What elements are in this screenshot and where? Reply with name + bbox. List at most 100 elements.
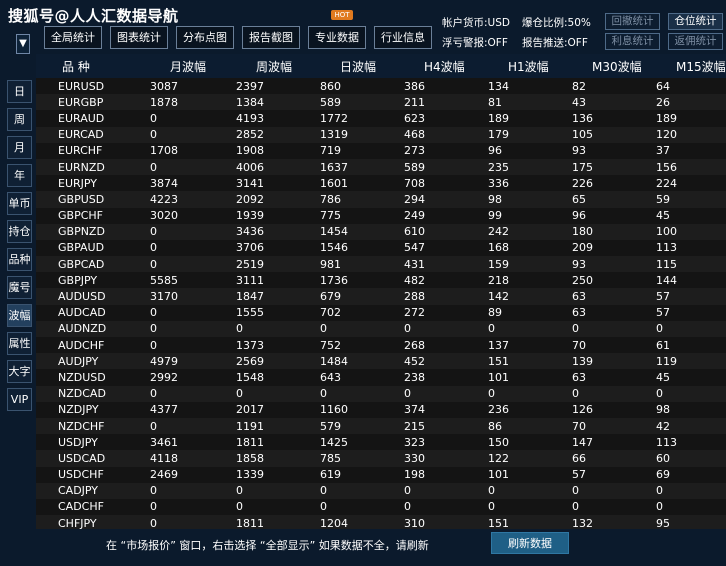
sidebar-item-magic-number[interactable]: 魔号 <box>7 276 32 299</box>
value-cell: 0 <box>150 225 157 239</box>
sidebar-item-day[interactable]: 日 <box>7 80 32 103</box>
sidebar-item-vip[interactable]: VIP <box>7 388 32 411</box>
sidebar-item-single-currency[interactable]: 单币 <box>7 192 32 215</box>
sidebar-item-volatility[interactable]: 波幅 <box>7 304 32 327</box>
symbol-cell: CHFJPY <box>58 516 97 529</box>
value-cell: 0 <box>488 484 495 498</box>
column-header[interactable]: M30波幅 <box>566 54 650 78</box>
withdrawal-stats-button[interactable]: 回撤统计 <box>605 13 660 30</box>
value-cell: 3111 <box>236 273 264 287</box>
value-cell: 775 <box>320 209 341 223</box>
table-row[interactable]: GBPUSD 4223 2092 786 294 98 65 59 <box>36 191 726 208</box>
value-cell: 1908 <box>236 144 264 158</box>
sidebar-item-symbols[interactable]: 品种 <box>7 248 32 271</box>
value-cell: 61 <box>656 338 670 352</box>
value-cell: 0 <box>150 111 157 125</box>
table-row[interactable]: EURJPY 3874 3141 1601 708 336 226 224 <box>36 175 726 192</box>
table-row[interactable]: EURGBP 1878 1384 589 211 81 43 26 <box>36 94 726 111</box>
symbol-cell: NZDJPY <box>58 403 99 417</box>
chart-stats-button[interactable]: 图表统计 <box>110 26 168 49</box>
footer-hint: 在 “市场报价” 窗口，右击选择 “全部显示” 如果数据不全，请刷新 <box>106 539 429 552</box>
global-stats-button[interactable]: 全局统计 <box>44 26 102 49</box>
professional-data-button[interactable]: 专业数据 <box>308 26 366 49</box>
symbol-cell: EURCHF <box>58 144 103 158</box>
table-row[interactable]: NZDUSD 2992 1548 643 238 101 63 45 <box>36 369 726 386</box>
industry-info-button[interactable]: 行业信息 <box>374 26 432 49</box>
table-row[interactable]: EURCAD 0 2852 1319 468 179 105 120 <box>36 126 726 143</box>
column-header[interactable]: 周波幅 <box>230 54 314 78</box>
value-cell: 4377 <box>150 403 178 417</box>
table-row[interactable]: GBPAUD 0 3706 1546 547 168 209 113 <box>36 239 726 257</box>
table-row[interactable]: NZDCAD 0 0 0 0 0 0 0 <box>36 385 726 402</box>
refresh-data-button[interactable]: 刷新数据 <box>491 532 569 554</box>
table-row[interactable]: AUDJPY 4979 2569 1484 452 151 139 119 <box>36 353 726 370</box>
value-cell: 0 <box>404 387 411 401</box>
floating-loss-alert-label: 浮亏警报:OFF <box>442 37 508 49</box>
value-cell: 1454 <box>320 225 348 239</box>
table-row[interactable]: GBPCAD 0 2519 981 431 159 93 115 <box>36 256 726 273</box>
value-cell: 66 <box>572 451 586 465</box>
interest-stats-button[interactable]: 利息统计 <box>605 33 660 50</box>
value-cell: 0 <box>150 241 157 255</box>
table-row[interactable]: NZDJPY 4377 2017 1160 374 236 126 98 <box>36 401 726 418</box>
table-row[interactable]: AUDCAD 0 1555 702 272 89 63 57 <box>36 304 726 321</box>
table-row[interactable]: EURUSD 3087 2397 860 386 134 82 64 <box>36 78 726 95</box>
table-row[interactable]: GBPNZD 0 3436 1454 610 242 180 100 <box>36 223 726 240</box>
value-cell: 0 <box>150 257 157 271</box>
column-header[interactable]: M15波幅 <box>650 54 726 78</box>
column-header[interactable]: 品 种 <box>36 54 144 78</box>
sidebar-item-year[interactable]: 年 <box>7 164 32 187</box>
table-row[interactable]: GBPCHF 3020 1939 775 249 99 96 45 <box>36 207 726 224</box>
value-cell: 159 <box>488 257 509 271</box>
sidebar-item-positions[interactable]: 持仓 <box>7 220 32 243</box>
value-cell: 0 <box>150 484 157 498</box>
volatility-table: 品 种月波幅 周波幅 日波幅 H4波幅 H1波幅 M30波幅 M15波幅 EURUSD 308… <box>36 54 726 529</box>
column-header[interactable]: 日波幅 <box>314 54 398 78</box>
table-row[interactable]: USDJPY 3461 1811 1425 323 150 147 113 <box>36 434 726 451</box>
value-cell: 1878 <box>150 95 178 109</box>
distribution-plot-button[interactable]: 分布点图 <box>176 26 234 49</box>
sidebar-item-large-font[interactable]: 大字 <box>7 360 32 383</box>
table-row[interactable]: GBPJPY 5585 3111 1736 482 218 250 144 <box>36 272 726 289</box>
commission-stats-button[interactable]: 返佣统计 <box>668 33 723 50</box>
value-cell: 151 <box>488 516 509 529</box>
table-row[interactable]: AUDUSD 3170 1847 679 288 142 63 57 <box>36 288 726 305</box>
value-cell: 0 <box>236 322 243 336</box>
position-stats-button[interactable]: 仓位统计 <box>668 13 723 30</box>
value-cell: 57 <box>572 468 586 482</box>
column-header[interactable]: 月波幅 <box>144 54 230 78</box>
table-row[interactable]: EURNZD 0 4006 1637 589 235 175 156 <box>36 158 726 176</box>
value-cell: 0 <box>236 387 243 401</box>
table-row[interactable]: NZDCHF 0 1191 579 215 86 70 42 <box>36 417 726 435</box>
sidebar-item-attributes[interactable]: 属性 <box>7 332 32 355</box>
sidebar-item-week[interactable]: 周 <box>7 108 32 131</box>
dropdown-toggle-button[interactable]: ▼ <box>16 34 30 54</box>
table-row[interactable]: AUDNZD 0 0 0 0 0 0 0 <box>36 320 726 337</box>
value-cell: 175 <box>572 160 593 174</box>
value-cell: 0 <box>404 484 411 498</box>
value-cell: 60 <box>656 451 670 465</box>
value-cell: 0 <box>150 500 157 514</box>
table-row[interactable]: EURAUD 0 4193 1772 623 189 136 189 <box>36 110 726 127</box>
value-cell: 0 <box>320 322 327 336</box>
table-row[interactable]: USDCAD 4118 1858 785 330 122 66 60 <box>36 450 726 467</box>
value-cell: 180 <box>572 225 593 239</box>
value-cell: 249 <box>404 209 425 223</box>
sidebar-item-month[interactable]: 月 <box>7 136 32 159</box>
table-row[interactable]: USDCHF 2469 1339 619 198 101 57 69 <box>36 466 726 483</box>
value-cell: 2092 <box>236 192 264 206</box>
value-cell: 215 <box>404 419 425 433</box>
symbol-cell: EURCAD <box>58 128 104 142</box>
value-cell: 2852 <box>236 128 264 142</box>
value-cell: 1339 <box>236 468 264 482</box>
column-header[interactable]: H4波幅 <box>398 54 482 78</box>
report-screenshot-button[interactable]: 报告截图 <box>242 26 300 49</box>
value-cell: 0 <box>150 306 157 320</box>
table-row[interactable]: EURCHF 1708 1908 719 273 96 93 37 <box>36 142 726 159</box>
table-row[interactable]: AUDCHF 0 1373 752 268 137 70 61 <box>36 337 726 354</box>
value-cell: 242 <box>488 225 509 239</box>
symbol-cell: GBPJPY <box>58 273 98 287</box>
column-header[interactable]: H1波幅 <box>482 54 566 78</box>
symbol-cell: AUDUSD <box>58 290 106 304</box>
value-cell: 4223 <box>150 192 178 206</box>
